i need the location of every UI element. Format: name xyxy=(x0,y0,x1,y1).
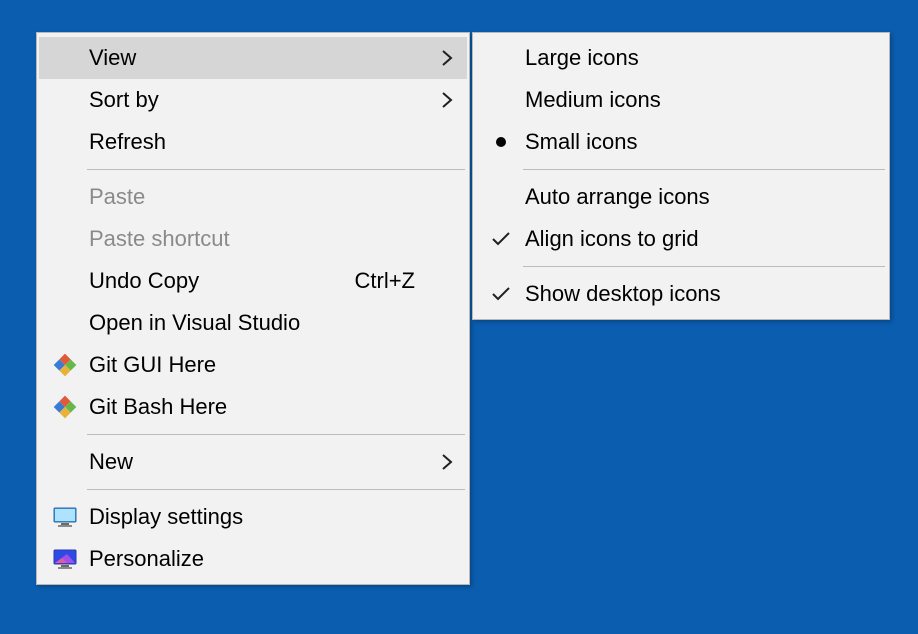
menu-label: Sort by xyxy=(85,87,433,113)
menu-item-show-desktop-icons[interactable]: Show desktop icons xyxy=(475,273,887,315)
menu-item-open-visual-studio[interactable]: Open in Visual Studio xyxy=(39,302,467,344)
menu-item-paste: Paste xyxy=(39,176,467,218)
menu-item-view[interactable]: View xyxy=(39,37,467,79)
menu-item-new[interactable]: New xyxy=(39,441,467,483)
menu-label: Open in Visual Studio xyxy=(85,310,433,336)
menu-label: Undo Copy xyxy=(85,268,355,294)
menu-label: Refresh xyxy=(85,129,433,155)
menu-separator xyxy=(87,489,465,490)
menu-item-sort-by[interactable]: Sort by xyxy=(39,79,467,121)
menu-separator xyxy=(87,434,465,435)
menu-item-auto-arrange[interactable]: Auto arrange icons xyxy=(475,176,887,218)
menu-label: Display settings xyxy=(85,504,433,530)
menu-label: Medium icons xyxy=(521,87,853,113)
radio-selected-icon xyxy=(481,135,521,149)
menu-label: Git GUI Here xyxy=(85,352,433,378)
desktop-context-menu: View Sort by Refresh Paste Paste shortcu… xyxy=(36,32,470,585)
menu-separator xyxy=(523,169,885,170)
menu-label: New xyxy=(85,449,433,475)
menu-label: Align icons to grid xyxy=(521,226,853,252)
menu-label: Show desktop icons xyxy=(521,281,853,307)
check-icon xyxy=(481,285,521,303)
menu-label: Git Bash Here xyxy=(85,394,433,420)
menu-item-undo-copy[interactable]: Undo Copy Ctrl+Z xyxy=(39,260,467,302)
git-icon xyxy=(45,395,85,419)
menu-label: View xyxy=(85,45,433,71)
menu-item-git-bash[interactable]: Git Bash Here xyxy=(39,386,467,428)
menu-item-refresh[interactable]: Refresh xyxy=(39,121,467,163)
menu-label: Paste xyxy=(85,184,433,210)
menu-item-git-gui[interactable]: Git GUI Here xyxy=(39,344,467,386)
menu-label: Auto arrange icons xyxy=(521,184,853,210)
git-icon xyxy=(45,353,85,377)
menu-label: Paste shortcut xyxy=(85,226,433,252)
menu-item-display-settings[interactable]: Display settings xyxy=(39,496,467,538)
menu-shortcut: Ctrl+Z xyxy=(355,268,434,294)
display-settings-icon xyxy=(45,506,85,528)
menu-item-paste-shortcut: Paste shortcut xyxy=(39,218,467,260)
menu-item-align-grid[interactable]: Align icons to grid xyxy=(475,218,887,260)
menu-label: Large icons xyxy=(521,45,853,71)
menu-separator xyxy=(87,169,465,170)
menu-item-small-icons[interactable]: Small icons xyxy=(475,121,887,163)
view-submenu: Large icons Medium icons Small icons Aut… xyxy=(472,32,890,320)
check-icon xyxy=(481,230,521,248)
submenu-arrow-icon xyxy=(433,453,461,471)
menu-item-large-icons[interactable]: Large icons xyxy=(475,37,887,79)
menu-label: Personalize xyxy=(85,546,433,572)
menu-separator xyxy=(523,266,885,267)
menu-item-personalize[interactable]: Personalize xyxy=(39,538,467,580)
menu-item-medium-icons[interactable]: Medium icons xyxy=(475,79,887,121)
menu-label: Small icons xyxy=(521,129,853,155)
submenu-arrow-icon xyxy=(433,49,461,67)
submenu-arrow-icon xyxy=(433,91,461,109)
personalize-icon xyxy=(45,548,85,570)
